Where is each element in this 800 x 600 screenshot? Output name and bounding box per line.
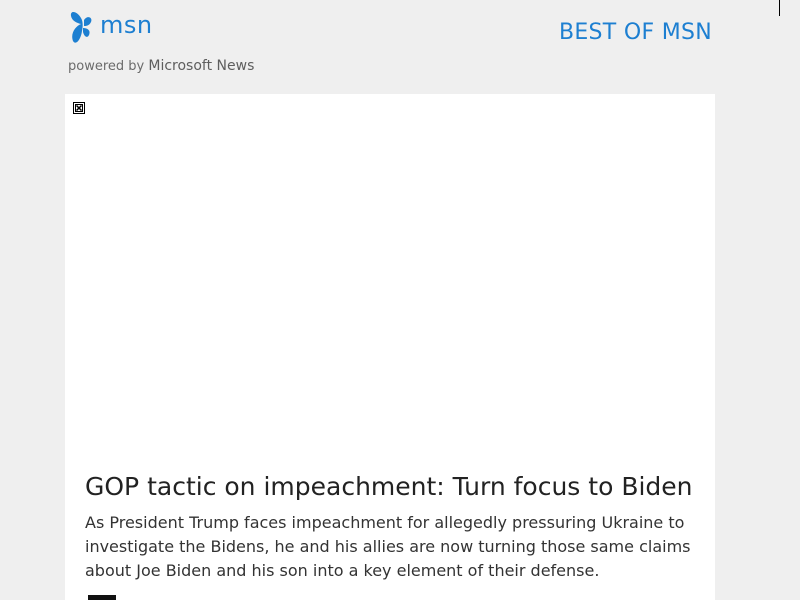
powered-by-credit: powered by Microsoft News: [68, 58, 254, 74]
powered-by-brand: Microsoft News: [148, 58, 255, 74]
broken-image-icon: [73, 102, 85, 114]
butterfly-icon: [70, 12, 92, 43]
article-headline-link[interactable]: GOP tactic on impeachment: Turn focus to…: [85, 470, 705, 504]
page: msn powered by Microsoft News BEST OF MS…: [0, 0, 800, 600]
article-card[interactable]: GOP tactic on impeachment: Turn focus to…: [65, 94, 715, 600]
logo-text: msn: [100, 11, 153, 39]
read-more-button[interactable]: [88, 595, 116, 600]
best-of-msn-link[interactable]: BEST OF MSN: [559, 20, 712, 45]
msn-logo-link[interactable]: msn: [68, 9, 153, 45]
powered-by-prefix: powered by: [68, 59, 145, 74]
article-summary: As President Trump faces impeachment for…: [85, 513, 691, 580]
viewport-edge-line: [779, 0, 780, 16]
